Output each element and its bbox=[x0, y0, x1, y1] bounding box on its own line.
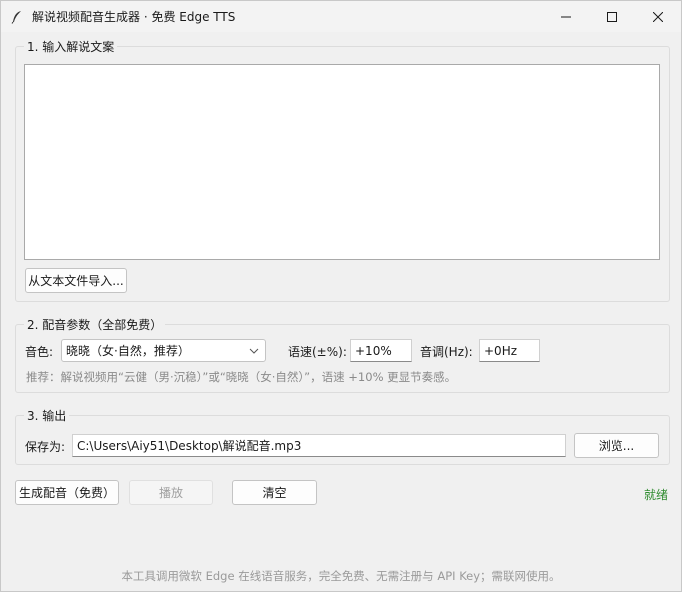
save-path-input[interactable]: C:\Users\Aiy51\Desktop\解说配音.mp3 bbox=[72, 434, 566, 457]
script-textarea[interactable] bbox=[24, 64, 660, 260]
pitch-label: 音调(Hz): bbox=[420, 345, 473, 359]
minimize-icon bbox=[561, 16, 571, 17]
input-section-label: 1. 输入解说文案 bbox=[24, 38, 118, 55]
output-section-label: 3. 输出 bbox=[24, 407, 70, 424]
voice-select-value: 晓晓（女·自然，推荐） bbox=[66, 344, 190, 358]
rate-label: 语速(±%): bbox=[288, 345, 347, 359]
clear-button[interactable]: 清空 bbox=[232, 480, 317, 505]
import-file-button[interactable]: 从文本文件导入... bbox=[25, 268, 127, 293]
feather-icon bbox=[10, 10, 24, 24]
params-tip: 推荐：解说视频用“云健（男·沉稳）”或“晓晓（女·自然）”，语速 +10% 更显… bbox=[26, 370, 457, 384]
voice-label: 音色: bbox=[25, 345, 54, 359]
browse-button[interactable]: 浏览... bbox=[574, 433, 659, 458]
voice-select[interactable]: 晓晓（女·自然，推荐） bbox=[61, 339, 266, 362]
maximize-button[interactable] bbox=[589, 1, 635, 32]
title-bar: 解说视频配音生成器 · 免费 Edge TTS bbox=[1, 1, 681, 32]
status-text: 就绪 bbox=[644, 488, 669, 502]
generate-button[interactable]: 生成配音（免费） bbox=[15, 480, 119, 505]
app-window: 解说视频配音生成器 · 免费 Edge TTS 1. 输入解说文案 从文本文件导… bbox=[0, 0, 682, 592]
params-section-label: 2. 配音参数（全部免费） bbox=[24, 316, 166, 333]
minimize-button[interactable] bbox=[543, 1, 589, 32]
window-controls bbox=[543, 1, 681, 32]
pitch-input[interactable]: +0Hz bbox=[479, 339, 540, 362]
save-as-label: 保存为: bbox=[25, 440, 66, 454]
footer-note: 本工具调用微软 Edge 在线语音服务，完全免费、无需注册与 API Key；需… bbox=[121, 569, 561, 583]
window-title: 解说视频配音生成器 · 免费 Edge TTS bbox=[32, 10, 236, 24]
play-button[interactable]: 播放 bbox=[129, 480, 213, 505]
close-button[interactable] bbox=[635, 1, 681, 32]
maximize-icon bbox=[607, 11, 617, 22]
chevron-down-icon bbox=[249, 348, 259, 354]
rate-input[interactable]: +10% bbox=[350, 339, 412, 362]
close-icon bbox=[653, 11, 663, 22]
